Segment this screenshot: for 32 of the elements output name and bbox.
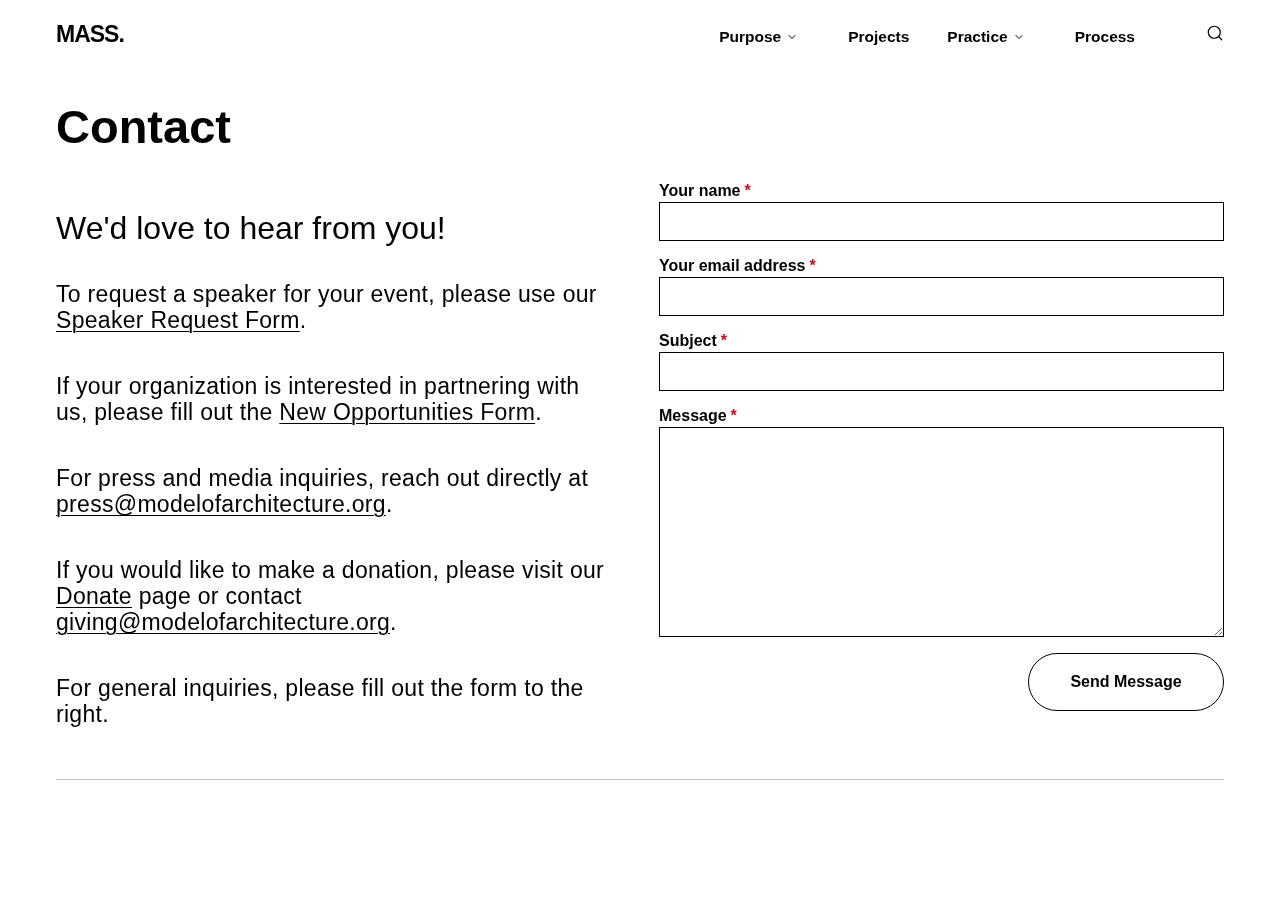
intro-heading: We'd love to hear from you! bbox=[56, 210, 447, 246]
field-label: Message bbox=[659, 407, 727, 425]
paragraph: If your organization is interested in partnering with us, please fill out the New Opportunities Form. bbox=[56, 373, 581, 425]
paragraph: For press and media inquiries, reach out directly at press@modelofarchitecture.org. bbox=[56, 465, 590, 517]
text-link[interactable]: Donate bbox=[56, 583, 132, 609]
email-link[interactable]: press@modelofarchitecture.org bbox=[56, 491, 386, 517]
field-label: Subject bbox=[659, 332, 717, 350]
paragraph: If you would like to make a donation, please visit our Donate page or contact giving@modelofarchitecture.org. bbox=[56, 557, 606, 635]
required-mark: * bbox=[720, 332, 728, 350]
message-field[interactable] bbox=[659, 427, 1224, 637]
required-mark: * bbox=[809, 257, 816, 275]
input-field[interactable] bbox=[659, 202, 1224, 241]
nav-link[interactable]: Purpose bbox=[719, 28, 799, 46]
logo[interactable]: MASS. bbox=[56, 22, 124, 46]
text-link[interactable]: Speaker Request Form bbox=[56, 307, 300, 333]
input-field[interactable] bbox=[659, 352, 1224, 391]
required-mark: * bbox=[744, 182, 751, 200]
nav-link[interactable]: Projects bbox=[848, 28, 910, 46]
search-button[interactable] bbox=[1206, 24, 1224, 42]
input-field[interactable] bbox=[659, 277, 1224, 316]
nav-link[interactable]: Process bbox=[1074, 28, 1135, 46]
field-label: Your email address bbox=[659, 257, 806, 275]
required-mark: * bbox=[730, 407, 737, 425]
search-icon bbox=[1206, 24, 1224, 42]
paragraph: To request a speaker for your event, please use our Speaker Request Form. bbox=[56, 281, 598, 333]
send-message-button[interactable]: Send Message bbox=[1028, 653, 1224, 711]
nav-link[interactable]: Practice bbox=[947, 28, 1025, 46]
text-link[interactable]: New Opportunities Form bbox=[279, 399, 536, 425]
email-link[interactable]: giving@modelofarchitecture.org bbox=[56, 609, 391, 635]
paragraph: For general inquiries, please fill out the form to the right. bbox=[56, 675, 585, 727]
field-label: Your name bbox=[659, 182, 741, 200]
page-title: Contact bbox=[56, 99, 232, 155]
